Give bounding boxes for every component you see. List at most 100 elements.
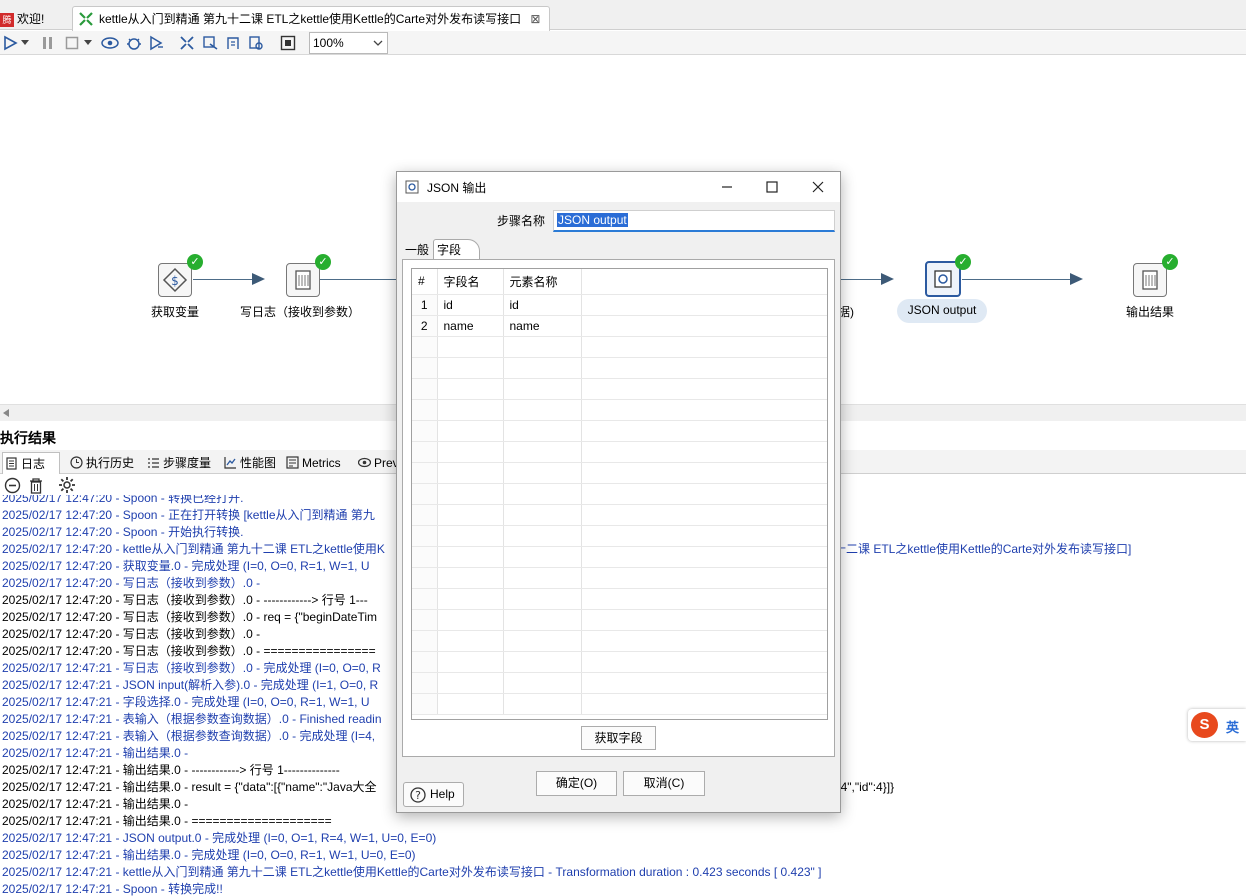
field-name-cell[interactable]: [437, 567, 504, 589]
table-row[interactable]: [412, 693, 827, 715]
table-row[interactable]: [412, 546, 827, 568]
table-row[interactable]: [412, 588, 827, 610]
table-row[interactable]: [412, 567, 827, 589]
stop-dropdown-icon[interactable]: [82, 33, 94, 53]
tab-log[interactable]: 日志: [2, 452, 60, 474]
get-fields-button[interactable]: 获取字段: [581, 726, 656, 750]
element-name-cell[interactable]: [503, 462, 582, 484]
column-header-element-name[interactable]: 元素名称: [503, 269, 582, 295]
hop-line[interactable]: [320, 279, 400, 280]
field-name-cell[interactable]: [437, 693, 504, 715]
field-name-cell[interactable]: [437, 378, 504, 400]
field-name-cell[interactable]: [437, 357, 504, 379]
table-row[interactable]: [412, 609, 827, 631]
table-row[interactable]: [412, 336, 827, 358]
preview-icon[interactable]: [100, 33, 120, 53]
element-name-cell[interactable]: [503, 630, 582, 652]
trash-icon[interactable]: [28, 477, 44, 494]
tab-fields[interactable]: 字段: [433, 239, 481, 260]
field-name-cell[interactable]: [437, 672, 504, 694]
table-row[interactable]: [412, 378, 827, 400]
table-row[interactable]: [412, 504, 827, 526]
field-name-cell[interactable]: [437, 483, 504, 505]
tab-preview[interactable]: Prev: [356, 452, 399, 474]
debug-icon[interactable]: [124, 33, 144, 53]
element-name-cell[interactable]: [503, 693, 582, 715]
run-icon[interactable]: [0, 33, 20, 53]
table-row[interactable]: [412, 420, 827, 442]
element-name-cell[interactable]: [503, 441, 582, 463]
field-name-cell[interactable]: [437, 504, 504, 526]
element-name-cell[interactable]: [503, 672, 582, 694]
fields-table[interactable]: # 字段名 元素名称 1 id id 2 name name: [411, 268, 828, 720]
step-write-log[interactable]: [286, 263, 320, 297]
column-header-field-name[interactable]: 字段名: [437, 269, 504, 295]
table-row[interactable]: [412, 357, 827, 379]
field-name-cell[interactable]: [437, 420, 504, 442]
explore-db-icon[interactable]: [246, 33, 266, 53]
step-get-variables[interactable]: $: [158, 263, 192, 297]
element-name-cell[interactable]: [503, 609, 582, 631]
show-results-icon[interactable]: [278, 33, 298, 53]
hop-line[interactable]: [962, 279, 1072, 280]
replay-icon[interactable]: [146, 33, 166, 53]
field-name-cell[interactable]: [437, 651, 504, 673]
tab-transformation[interactable]: kettle从入门到精通 第九十二课 ETL之kettle使用Kettle的Ca…: [72, 6, 550, 31]
column-header-number[interactable]: #: [412, 269, 438, 295]
minimize-icon[interactable]: [717, 177, 737, 197]
field-name-cell[interactable]: [437, 441, 504, 463]
element-name-cell[interactable]: [503, 420, 582, 442]
step-name-input[interactable]: JSON output: [553, 210, 835, 232]
tab-metrics[interactable]: Metrics: [284, 452, 341, 474]
element-name-cell[interactable]: [503, 378, 582, 400]
field-name-cell[interactable]: [437, 462, 504, 484]
element-name-cell[interactable]: [503, 504, 582, 526]
settings-gear-icon[interactable]: [58, 476, 76, 494]
table-row[interactable]: [412, 399, 827, 421]
element-name-cell[interactable]: id: [503, 294, 582, 316]
table-row[interactable]: [412, 630, 827, 652]
field-name-cell[interactable]: [437, 399, 504, 421]
table-row[interactable]: 2 name name: [412, 315, 827, 337]
help-button[interactable]: ? Help: [403, 782, 464, 807]
field-name-cell[interactable]: [437, 588, 504, 610]
element-name-cell[interactable]: [503, 399, 582, 421]
element-name-cell[interactable]: [503, 525, 582, 547]
tab-history[interactable]: 执行历史: [68, 452, 134, 474]
field-name-cell[interactable]: name: [437, 315, 504, 337]
dialog-titlebar[interactable]: JSON 输出: [397, 172, 840, 202]
element-name-cell[interactable]: [503, 567, 582, 589]
field-name-cell[interactable]: [437, 630, 504, 652]
field-name-cell[interactable]: id: [437, 294, 504, 316]
table-row[interactable]: [412, 462, 827, 484]
pause-icon[interactable]: [38, 33, 58, 53]
ime-indicator[interactable]: S 英: [1188, 709, 1246, 741]
hop-line[interactable]: [838, 279, 883, 280]
element-name-cell[interactable]: [503, 588, 582, 610]
tab-general[interactable]: 一般: [403, 241, 431, 261]
step-output-result[interactable]: [1133, 263, 1167, 297]
ok-button[interactable]: 确定(O): [536, 771, 617, 796]
stop-log-icon[interactable]: [4, 477, 21, 494]
field-name-cell[interactable]: [437, 546, 504, 568]
table-row[interactable]: [412, 651, 827, 673]
element-name-cell[interactable]: [503, 357, 582, 379]
hop-line[interactable]: [193, 279, 253, 280]
element-name-cell[interactable]: [503, 651, 582, 673]
cancel-button[interactable]: 取消(C): [623, 771, 705, 796]
close-tab-icon[interactable]: ⊠: [530, 12, 540, 26]
table-row[interactable]: [412, 525, 827, 547]
element-name-cell[interactable]: [503, 483, 582, 505]
table-row[interactable]: [412, 483, 827, 505]
element-name-cell[interactable]: [503, 336, 582, 358]
table-row[interactable]: 1 id id: [412, 294, 827, 316]
table-row[interactable]: [412, 441, 827, 463]
element-name-cell[interactable]: [503, 546, 582, 568]
field-name-cell[interactable]: [437, 609, 504, 631]
scroll-left-icon[interactable]: [3, 409, 9, 417]
tab-welcome[interactable]: 腾欢迎!: [0, 8, 68, 30]
field-name-cell[interactable]: [437, 525, 504, 547]
sql-icon[interactable]: [223, 33, 243, 53]
close-icon[interactable]: [808, 177, 828, 197]
run-dropdown-icon[interactable]: [19, 33, 31, 53]
